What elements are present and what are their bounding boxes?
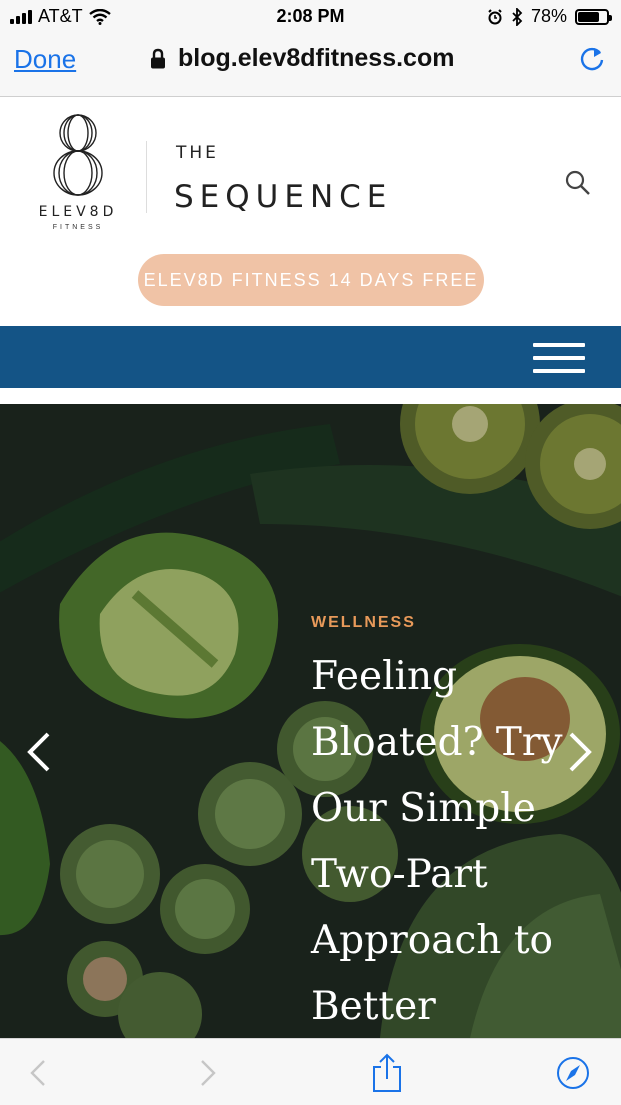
- free-trial-button[interactable]: ELEV8D FITNESS 14 DAYS FREE: [138, 254, 484, 306]
- nav-bar: [0, 326, 621, 388]
- site-header: ELEV8D FITNESS THE SEQUENCE ELEV8D FITNE…: [0, 97, 621, 326]
- reload-icon[interactable]: [577, 44, 607, 74]
- forward-icon[interactable]: [190, 1053, 224, 1093]
- address-field[interactable]: blog.elev8dfitness.com: [150, 44, 454, 73]
- battery-icon: [575, 8, 612, 25]
- header-divider: [146, 141, 147, 213]
- logo-sub: FITNESS: [52, 224, 104, 231]
- elev8d-logo[interactable]: ELEV8D FITNESS: [28, 111, 128, 241]
- publication-the: THE: [176, 143, 219, 163]
- article-category[interactable]: WELLNESS: [311, 614, 416, 632]
- lock-icon: [151, 48, 165, 68]
- logo-brand: ELEV8D: [38, 204, 118, 220]
- compass-icon[interactable]: [556, 1053, 590, 1093]
- chevron-left-icon[interactable]: [18, 724, 58, 780]
- url-text: blog.elev8dfitness.com: [178, 44, 455, 72]
- search-icon[interactable]: [565, 170, 591, 196]
- browser-toolbar: [0, 1038, 621, 1105]
- done-button[interactable]: Done: [14, 44, 76, 75]
- back-icon[interactable]: [22, 1053, 56, 1093]
- article-headline[interactable]: Feeling Bloated? Try Our Simple Two-Part…: [311, 644, 601, 1038]
- browser-url-bar: Done blog.elev8dfitness.com: [0, 34, 621, 97]
- publication-title[interactable]: SEQUENCE: [174, 179, 392, 215]
- battery-percent: 78%: [530, 6, 567, 26]
- alarm-icon: [488, 8, 502, 24]
- hamburger-menu-icon[interactable]: [533, 343, 585, 373]
- status-bar: AT&T 2:08 PM 78%: [0, 0, 621, 34]
- share-icon[interactable]: [370, 1053, 404, 1093]
- logo-mark: [53, 114, 103, 196]
- hero-slider: WELLNESS Feeling Bloated? Try Our Simple…: [0, 404, 621, 1038]
- bluetooth-icon: [512, 7, 523, 26]
